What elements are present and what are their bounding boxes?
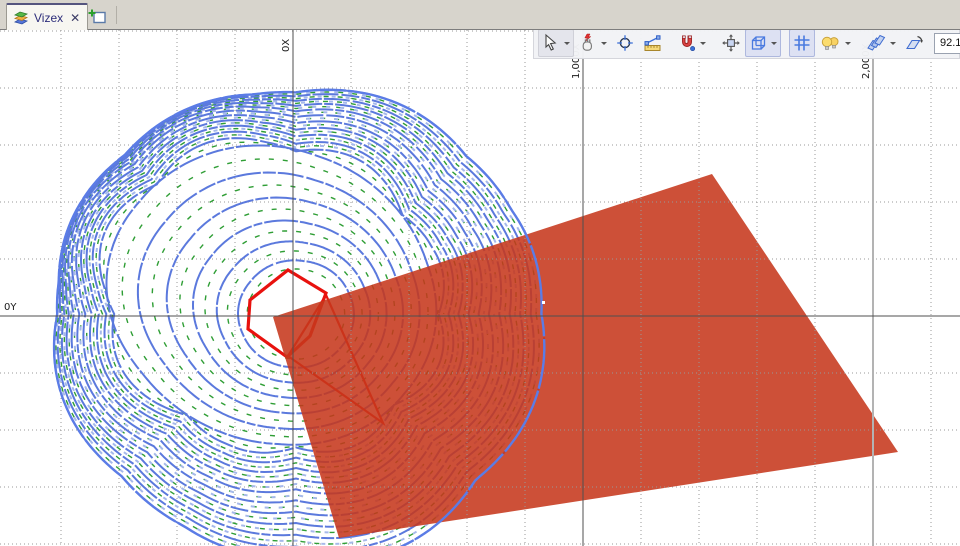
axis-label-x-0: 0X xyxy=(281,39,292,52)
vizex-window: 0X1,000X2,000X0Y Vizex ✕ xyxy=(0,0,960,546)
red-overlay-quad xyxy=(273,174,898,538)
3d-view-button[interactable] xyxy=(745,29,781,57)
pan-select-dropdown-caret[interactable] xyxy=(601,42,607,48)
plane-arrow-icon xyxy=(904,33,925,53)
display-toolbar: 92.1175 xyxy=(533,27,960,59)
layers-icon xyxy=(14,10,29,26)
hand-lightning-icon xyxy=(578,33,598,53)
tab-close-icon[interactable]: ✕ xyxy=(70,12,80,24)
extents-icon xyxy=(721,33,741,53)
toolbar-value-combobox[interactable]: 92.1175 xyxy=(934,33,960,54)
cursor-icon xyxy=(541,33,561,53)
measure-tool-button[interactable] xyxy=(639,29,666,57)
tab-bar: Vizex ✕ xyxy=(0,0,960,30)
lighting-button[interactable] xyxy=(816,29,855,57)
select-tool-button[interactable] xyxy=(538,29,574,57)
zoom-extents-button[interactable] xyxy=(718,29,744,57)
3d-view-dropdown-caret[interactable] xyxy=(771,42,777,48)
pan-select-tool-button[interactable] xyxy=(575,29,611,57)
crosshair-icon xyxy=(615,33,635,53)
magnet-icon xyxy=(677,33,697,53)
select-dropdown-caret[interactable] xyxy=(564,42,570,48)
axis-label-y-0: 0Y xyxy=(4,302,17,313)
planes-icon xyxy=(866,33,887,53)
vizex-canvas[interactable]: 0X1,000X2,000X0Y xyxy=(0,0,960,546)
section-control-button[interactable] xyxy=(901,29,928,57)
section-views-button[interactable] xyxy=(863,29,900,57)
new-form-icon xyxy=(88,8,107,25)
lighting-dropdown-caret[interactable] xyxy=(845,42,851,48)
combobox-value[interactable]: 92.1175 xyxy=(935,37,960,49)
display-grid-button[interactable] xyxy=(789,29,815,57)
snap-tool-button[interactable] xyxy=(674,29,710,57)
centre-point-button[interactable] xyxy=(612,29,638,57)
section-views-dropdown-caret[interactable] xyxy=(890,42,896,48)
ruler-icon xyxy=(642,33,663,53)
tabbar-separator xyxy=(116,6,117,24)
vertex-marker xyxy=(542,301,545,304)
snap-dropdown-caret[interactable] xyxy=(700,42,706,48)
bulbs-icon xyxy=(819,33,842,53)
cube-icon xyxy=(748,33,768,53)
grid-icon xyxy=(792,33,812,53)
tab-vizex[interactable]: Vizex ✕ xyxy=(6,3,88,30)
tab-label: Vizex xyxy=(34,11,63,25)
new-tab-button[interactable] xyxy=(84,5,110,27)
